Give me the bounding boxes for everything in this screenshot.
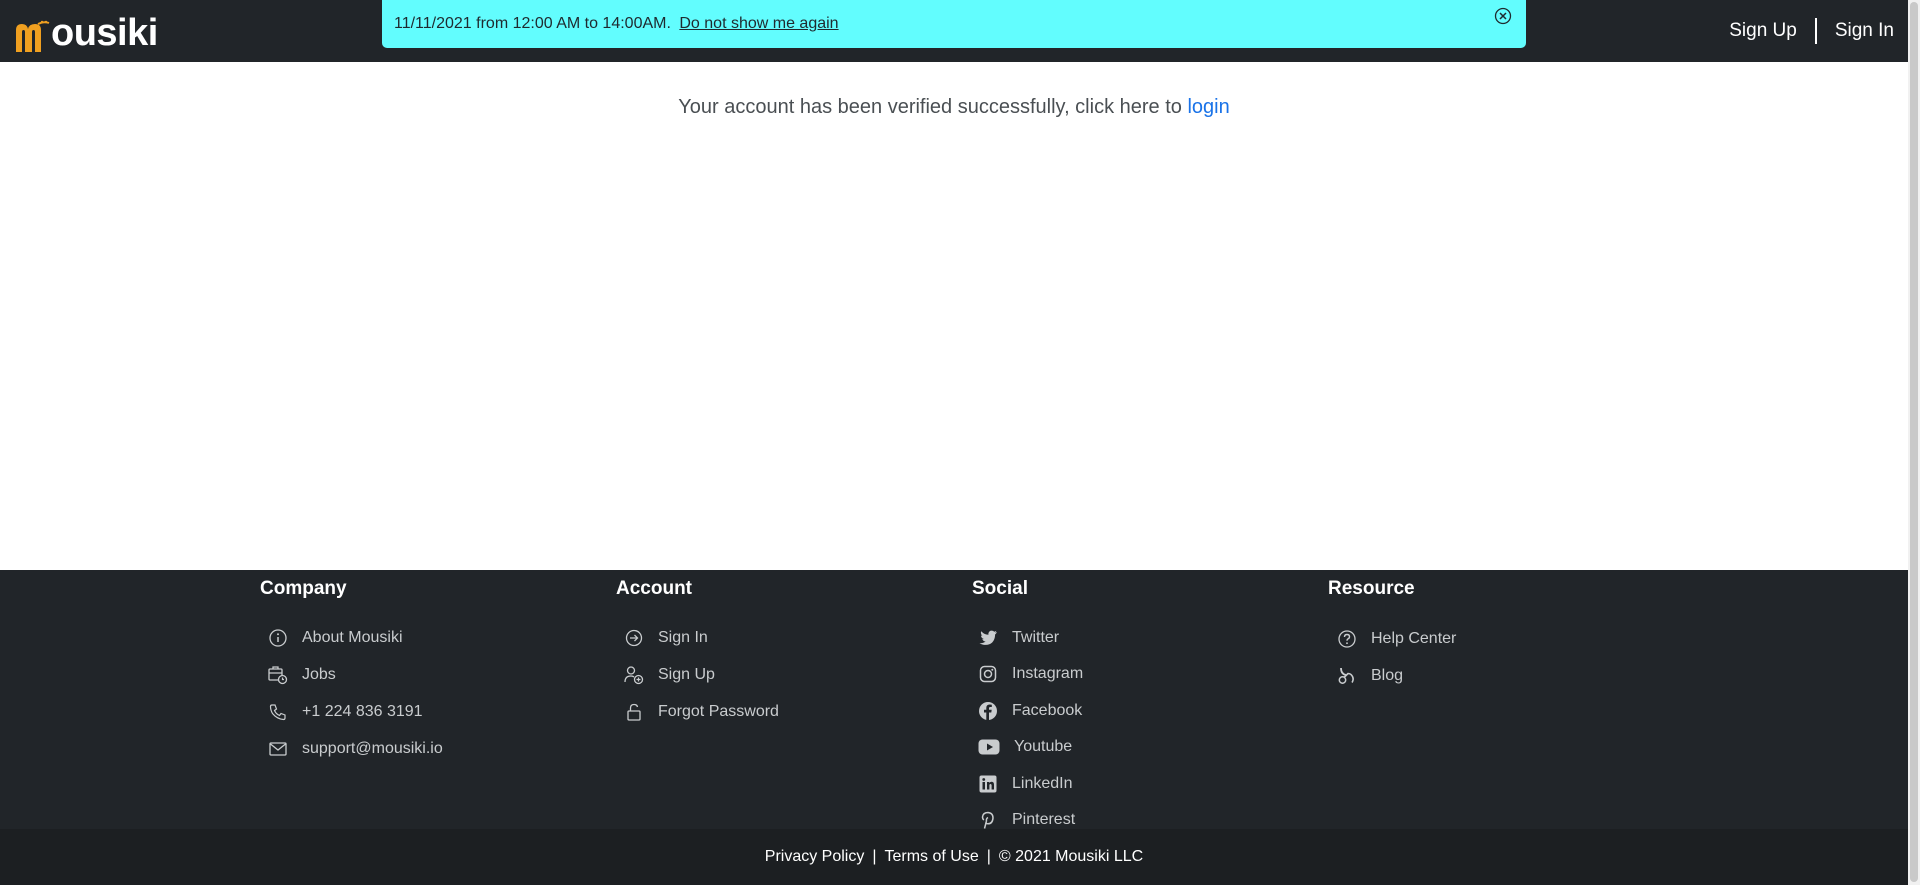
info-icon <box>268 628 288 648</box>
phone-icon <box>268 702 288 722</box>
logo[interactable]: ousiki <box>14 10 158 52</box>
logo-m-icon <box>14 20 50 52</box>
logo-text: ousiki <box>51 12 158 54</box>
verification-message: Your account has been verified successfu… <box>0 96 1908 119</box>
bottom-separator: | <box>872 848 877 865</box>
footer-forgot-password-label: Forgot Password <box>658 703 779 720</box>
sign-up-link[interactable]: Sign Up <box>1729 20 1797 42</box>
verification-text: Your account has been verified successfu… <box>678 96 1182 118</box>
footer-twitter-label: Twitter <box>1012 629 1060 646</box>
footer-social-heading: Social <box>972 578 1028 599</box>
footer: Company About Mousiki Jobs +1 224 836 31… <box>0 570 1908 829</box>
footer-sign-in-label: Sign In <box>658 629 708 646</box>
footer-jobs-label: Jobs <box>302 666 336 683</box>
footer-youtube-label: Youtube <box>1014 738 1073 755</box>
footer-linkedin-link[interactable]: LinkedIn <box>978 774 1073 794</box>
scrollbar-thumb[interactable] <box>1910 2 1918 882</box>
lock-icon <box>624 702 644 722</box>
banner-message: 11/11/2021 from 12:00 AM to 14:00AM. Do … <box>394 15 839 33</box>
close-icon[interactable] <box>1494 7 1512 25</box>
footer-account-heading: Account <box>616 578 692 599</box>
footer-instagram-link[interactable]: Instagram <box>978 664 1083 684</box>
privacy-policy-link[interactable]: Privacy Policy <box>765 848 865 866</box>
footer-about-link[interactable]: About Mousiki <box>268 628 403 648</box>
footer-about-label: About Mousiki <box>302 629 403 646</box>
footer-pinterest-link[interactable]: Pinterest <box>978 810 1075 830</box>
footer-blog-link[interactable]: Blog <box>1337 666 1403 686</box>
banner-text: 11/11/2021 from 12:00 AM to 14:00AM. <box>394 15 671 32</box>
footer-phone-label: +1 224 836 3191 <box>302 703 423 720</box>
instagram-icon <box>978 664 998 684</box>
mail-icon <box>268 739 288 759</box>
bottom-bar: Privacy Policy | Terms of Use | © 2021 M… <box>0 829 1908 885</box>
footer-resource-heading: Resource <box>1328 578 1415 599</box>
footer-facebook-link[interactable]: Facebook <box>978 701 1082 721</box>
page: ousiki Sign Up Sign In 11/11/2021 from 1… <box>0 0 1908 885</box>
twitter-icon <box>978 628 998 648</box>
nav-divider <box>1814 18 1817 44</box>
announcement-banner: 11/11/2021 from 12:00 AM to 14:00AM. Do … <box>382 0 1526 48</box>
copyright-text: © 2021 Mousiki LLC <box>998 848 1144 865</box>
jobs-icon <box>268 665 288 685</box>
sign-in-icon <box>624 628 644 648</box>
footer-blog-label: Blog <box>1371 667 1404 684</box>
youtube-icon <box>978 737 1000 757</box>
footer-email-label: support@mousiki.io <box>302 740 443 757</box>
footer-email-link[interactable]: support@mousiki.io <box>268 739 443 759</box>
bottom-separator: | <box>986 848 991 865</box>
blog-icon <box>1337 666 1357 686</box>
dismiss-banner-link[interactable]: Do not show me again <box>679 15 838 32</box>
footer-instagram-label: Instagram <box>1012 665 1084 682</box>
footer-help-center-label: Help Center <box>1371 630 1457 647</box>
footer-youtube-link[interactable]: Youtube <box>978 737 1072 757</box>
facebook-icon <box>978 701 998 721</box>
footer-phone-link[interactable]: +1 224 836 3191 <box>268 702 423 722</box>
footer-company-heading: Company <box>260 578 347 599</box>
help-icon <box>1337 629 1357 649</box>
linkedin-icon <box>978 774 998 794</box>
footer-sign-up-label: Sign Up <box>658 666 715 683</box>
footer-sign-up-link[interactable]: Sign Up <box>624 665 715 685</box>
pinterest-icon <box>978 810 998 830</box>
footer-forgot-password-link[interactable]: Forgot Password <box>624 702 779 722</box>
login-link[interactable]: login <box>1187 96 1229 118</box>
footer-twitter-link[interactable]: Twitter <box>978 628 1059 648</box>
footer-sign-in-link[interactable]: Sign In <box>624 628 708 648</box>
footer-facebook-label: Facebook <box>1012 702 1083 719</box>
footer-linkedin-label: LinkedIn <box>1012 775 1073 792</box>
footer-pinterest-label: Pinterest <box>1012 811 1076 828</box>
user-add-icon <box>624 665 644 685</box>
footer-jobs-link[interactable]: Jobs <box>268 665 336 685</box>
footer-help-center-link[interactable]: Help Center <box>1337 629 1456 649</box>
nav-links: Sign Up Sign In <box>1729 0 1894 62</box>
terms-of-use-link[interactable]: Terms of Use <box>885 848 979 866</box>
sign-in-link[interactable]: Sign In <box>1835 20 1894 42</box>
